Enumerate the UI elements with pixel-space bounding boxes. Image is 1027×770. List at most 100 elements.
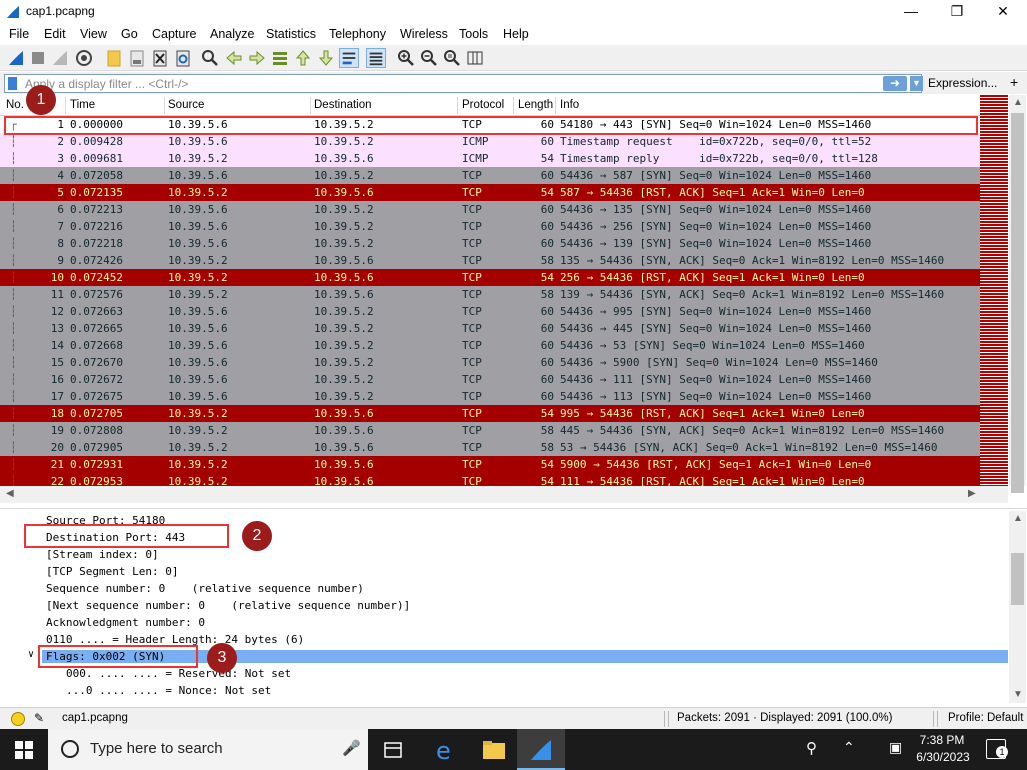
column-divider[interactable] xyxy=(513,97,514,114)
menu-telephony[interactable]: Telephony xyxy=(329,27,386,41)
scroll-thumb[interactable] xyxy=(1011,113,1024,493)
packet-row[interactable]: 14 0.072668 10.39.5.6 10.39.5.2 TCP 60 54436 →… xyxy=(0,337,980,354)
packet-row[interactable]: 3 0.009681 10.39.5.2 10.39.5.6 ICMP 54 Timesta… xyxy=(0,150,980,167)
restart-capture-icon[interactable] xyxy=(50,48,70,68)
detail-segment-len[interactable]: [TCP Segment Len: 0] xyxy=(46,565,178,578)
packet-row[interactable]: 20 0.072905 10.39.5.2 10.39.5.6 TCP 58 53 → 54… xyxy=(0,439,980,456)
menu-file[interactable]: File xyxy=(9,27,29,41)
menu-go[interactable]: Go xyxy=(121,27,138,41)
bookmark-icon[interactable] xyxy=(8,77,17,90)
save-file-icon[interactable] xyxy=(127,48,147,68)
display-filter-input[interactable]: Apply a display filter ... <Ctrl-/> ➜ ▼ xyxy=(4,74,923,93)
detail-nonce[interactable]: ...0 .... .... = Nonce: Not set xyxy=(66,684,271,697)
menu-analyze[interactable]: Analyze xyxy=(210,27,254,41)
packet-row[interactable]: 2 0.009428 10.39.5.6 10.39.5.2 ICMP 60 Timesta… xyxy=(0,133,980,150)
packet-row[interactable]: 10 0.072452 10.39.5.2 10.39.5.6 TCP 54 256 → 5… xyxy=(0,269,980,286)
packet-row[interactable]: 15 0.072670 10.39.5.6 10.39.5.2 TCP 60 54436 →… xyxy=(0,354,980,371)
packet-row[interactable]: 12 0.072663 10.39.5.6 10.39.5.2 TCP 60 54436 →… xyxy=(0,303,980,320)
column-divider[interactable] xyxy=(457,97,458,114)
add-filter-button[interactable]: + xyxy=(1010,74,1018,90)
zoom-in-icon[interactable] xyxy=(396,48,416,68)
chevron-up-icon[interactable]: ⌃ xyxy=(843,739,855,756)
network-icon[interactable]: ▣ xyxy=(889,739,902,756)
zoom-out-icon[interactable] xyxy=(419,48,439,68)
people-icon[interactable]: ⚲ xyxy=(806,739,817,757)
status-profile[interactable]: Profile: Default xyxy=(948,712,1023,724)
scroll-up-icon[interactable]: ▲ xyxy=(1013,97,1023,108)
detail-next-seq[interactable]: [Next sequence number: 0 (relative seque… xyxy=(46,599,410,612)
menu-edit[interactable]: Edit xyxy=(44,27,66,41)
packet-row[interactable]: 8 0.072218 10.39.5.6 10.39.5.2 TCP 60 54436 → … xyxy=(0,235,980,252)
microphone-icon[interactable]: 🎤 xyxy=(342,739,361,757)
detail-seq-number[interactable]: Sequence number: 0 (relative sequence nu… xyxy=(46,582,364,595)
packet-row[interactable]: 4 0.072058 10.39.5.6 10.39.5.2 TCP 60 54436 → … xyxy=(0,167,980,184)
notification-icon[interactable]: 1 xyxy=(986,739,1008,759)
packet-row[interactable]: 9 0.072426 10.39.5.2 10.39.5.6 TCP 58 135 → 54… xyxy=(0,252,980,269)
packet-minimap[interactable] xyxy=(980,95,1008,486)
packet-row[interactable]: 11 0.072576 10.39.5.2 10.39.5.6 TCP 58 139 → 5… xyxy=(0,286,980,303)
packet-row[interactable]: 18 0.072705 10.39.5.2 10.39.5.6 TCP 54 995 → 5… xyxy=(0,405,980,422)
scroll-down-icon[interactable]: ▼ xyxy=(1013,689,1023,700)
close-file-icon[interactable] xyxy=(150,48,170,68)
menu-tools[interactable]: Tools xyxy=(459,27,488,41)
packet-row[interactable]: 21 0.072931 10.39.5.2 10.39.5.6 TCP 54 5900 → … xyxy=(0,456,980,473)
packet-row[interactable]: 16 0.072672 10.39.5.6 10.39.5.2 TCP 60 54436 →… xyxy=(0,371,980,388)
detail-reserved[interactable]: 000. .... .... = Reserved: Not set xyxy=(66,667,291,680)
scroll-right-icon[interactable]: ▶ xyxy=(968,488,976,499)
file-explorer-icon[interactable] xyxy=(482,739,506,761)
expand-chevron-icon[interactable]: ∨ xyxy=(28,649,34,660)
menu-view[interactable]: View xyxy=(80,27,107,41)
go-last-packet-icon[interactable] xyxy=(316,48,336,68)
close-icon[interactable]: ✕ xyxy=(980,0,1026,24)
start-capture-icon[interactable] xyxy=(6,48,26,68)
packet-list-hscroll[interactable]: ◀ ▶ xyxy=(0,486,1008,503)
capture-options-icon[interactable] xyxy=(74,48,94,68)
column-divider[interactable] xyxy=(310,97,311,114)
scroll-thumb[interactable] xyxy=(1011,553,1024,605)
filter-dropdown-icon[interactable]: ▼ xyxy=(910,76,923,91)
packet-row[interactable]: 5 0.072135 10.39.5.2 10.39.5.6 TCP 54 587 → 54… xyxy=(0,184,980,201)
clock-time[interactable]: 7:38 PM xyxy=(918,733,966,747)
column-info[interactable]: Info xyxy=(560,99,579,111)
expert-info-icon[interactable] xyxy=(11,712,25,726)
detail-stream-index[interactable]: [Stream index: 0] xyxy=(46,548,159,561)
clock-date[interactable]: 6/30/2023 xyxy=(912,750,974,764)
column-divider[interactable] xyxy=(555,97,556,114)
taskbar-search-box[interactable]: Type here to search 🎤 xyxy=(48,729,368,770)
zoom-normal-icon[interactable] xyxy=(442,48,462,68)
stop-capture-icon[interactable] xyxy=(28,48,48,68)
packet-row[interactable]: 19 0.072808 10.39.5.2 10.39.5.6 TCP 58 445 → 5… xyxy=(0,422,980,439)
column-divider[interactable] xyxy=(65,97,66,114)
packet-list-vscroll[interactable]: ▲ xyxy=(1009,95,1026,493)
packet-row[interactable]: 13 0.072665 10.39.5.6 10.39.5.2 TCP 60 54436 →… xyxy=(0,320,980,337)
auto-scroll-icon[interactable] xyxy=(339,48,359,68)
column-time[interactable]: Time xyxy=(70,99,95,111)
go-forward-icon[interactable] xyxy=(247,48,267,68)
detail-ack-number[interactable]: Acknowledgment number: 0 xyxy=(46,616,205,629)
maximize-icon[interactable]: ❐ xyxy=(934,0,980,24)
reload-file-icon[interactable] xyxy=(173,48,193,68)
scroll-up-icon[interactable]: ▲ xyxy=(1013,513,1023,524)
resize-columns-icon[interactable] xyxy=(465,48,485,68)
go-to-packet-icon[interactable] xyxy=(270,48,290,68)
wireshark-taskbar-button[interactable] xyxy=(517,729,565,770)
packet-row[interactable]: 7 0.072216 10.39.5.6 10.39.5.2 TCP 60 54436 → … xyxy=(0,218,980,235)
packet-row[interactable]: 22 0.072953 10.39.5.2 10.39.5.6 TCP 54 111 → 5… xyxy=(0,473,980,486)
colorize-icon[interactable] xyxy=(366,48,386,68)
column-no[interactable]: No. xyxy=(6,99,24,111)
windows-start-icon[interactable] xyxy=(15,741,33,759)
column-protocol[interactable]: Protocol xyxy=(462,99,504,111)
column-destination[interactable]: Destination xyxy=(314,99,372,111)
packet-row[interactable]: 17 0.072675 10.39.5.6 10.39.5.2 TCP 60 54436 →… xyxy=(0,388,980,405)
details-vscroll[interactable]: ▲ ▼ xyxy=(1009,511,1026,703)
minimize-icon[interactable]: — xyxy=(888,0,934,24)
packet-row[interactable]: 6 0.072213 10.39.5.6 10.39.5.2 TCP 60 54436 → … xyxy=(0,201,980,218)
capture-comment-icon[interactable]: ✎ xyxy=(34,711,44,725)
menu-help[interactable]: Help xyxy=(503,27,529,41)
open-file-icon[interactable] xyxy=(104,48,124,68)
menu-wireless[interactable]: Wireless xyxy=(400,27,448,41)
scroll-left-icon[interactable]: ◀ xyxy=(6,488,14,499)
menu-capture[interactable]: Capture xyxy=(152,27,196,41)
task-view-icon[interactable] xyxy=(383,740,403,760)
column-source[interactable]: Source xyxy=(168,99,204,111)
